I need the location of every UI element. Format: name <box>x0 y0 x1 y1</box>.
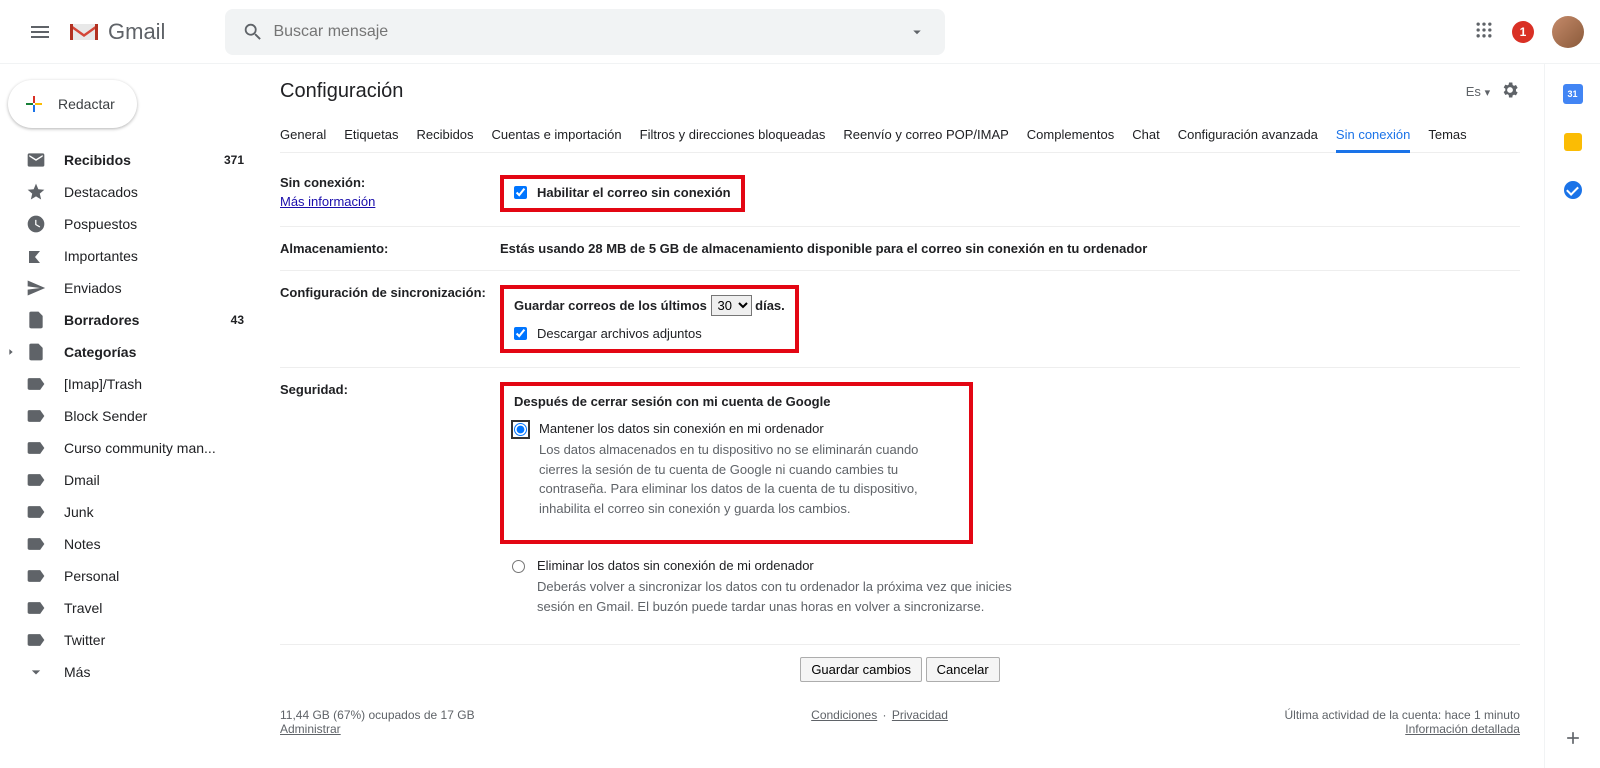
tab-sin-conexi-n[interactable]: Sin conexión <box>1336 119 1410 153</box>
security-heading: Después de cerrar sesión con mi cuenta d… <box>514 394 830 409</box>
tab-reenv-o-y-correo-pop-imap[interactable]: Reenvío y correo POP/IMAP <box>843 119 1008 152</box>
sidebar-item-8[interactable]: Block Sender <box>0 400 256 432</box>
sidebar-item-13[interactable]: Personal <box>0 560 256 592</box>
search-icon[interactable] <box>233 21 273 43</box>
search-input[interactable] <box>273 23 897 41</box>
tab-general[interactable]: General <box>280 119 326 152</box>
tab-recibidos[interactable]: Recibidos <box>416 119 473 152</box>
side-panel: 31 <box>1544 64 1600 768</box>
storage-section-label: Almacenamiento: <box>280 241 500 256</box>
keep-data-desc: Los datos almacenados en tu dispositivo … <box>539 440 959 518</box>
manage-link[interactable]: Administrar <box>280 722 341 736</box>
sidebar-item-16[interactable]: Más <box>0 656 256 688</box>
details-link[interactable]: Información detallada <box>1405 722 1520 736</box>
sync-days-select[interactable]: 30 <box>711 295 752 316</box>
gmail-logo[interactable]: Gmail <box>68 19 165 45</box>
sidebar-item-6[interactable]: Categorías <box>0 336 256 368</box>
apps-icon[interactable] <box>1474 20 1494 43</box>
save-button[interactable]: Guardar cambios <box>800 657 922 682</box>
avatar[interactable] <box>1552 16 1584 48</box>
compose-label: Redactar <box>58 96 115 112</box>
quota-text: 11,44 GB (67%) ocupados de 17 GB <box>280 708 475 722</box>
storage-text: Estás usando 28 MB de 5 GB de almacenami… <box>500 241 1147 256</box>
sidebar-item-15[interactable]: Twitter <box>0 624 256 656</box>
main-content: Configuración Es ▾ General Etiquetas Recib… <box>256 64 1544 768</box>
activity-text: Última actividad de la cuenta: hace 1 mi… <box>1285 708 1520 722</box>
tasks-icon[interactable] <box>1563 180 1583 200</box>
sidebar-item-9[interactable]: Curso community man... <box>0 432 256 464</box>
language-selector[interactable]: Es ▾ <box>1466 84 1490 99</box>
sidebar-item-5[interactable]: Borradores43 <box>0 304 256 336</box>
sync-section-label: Configuración de sincronización: <box>280 285 500 353</box>
remove-data-desc: Deberás volver a sincronizar los datos c… <box>537 577 1037 616</box>
menu-button[interactable] <box>16 8 64 56</box>
keep-data-label: Mantener los datos sin conexión en mi or… <box>539 421 959 436</box>
tab-chat[interactable]: Chat <box>1132 119 1159 152</box>
sync-prefix: Guardar correos de los últimos <box>514 298 707 313</box>
enable-offline-label: Habilitar el correo sin conexión <box>537 185 731 200</box>
cancel-button[interactable]: Cancelar <box>926 657 1000 682</box>
offline-section-label: Sin conexión: <box>280 175 365 190</box>
gear-icon[interactable] <box>1500 80 1520 103</box>
download-attachments-label: Descargar archivos adjuntos <box>537 326 702 341</box>
sidebar-item-1[interactable]: Destacados <box>0 176 256 208</box>
calendar-icon[interactable]: 31 <box>1563 84 1583 104</box>
security-section-label: Seguridad: <box>280 382 500 630</box>
page-title: Configuración <box>280 80 403 103</box>
sidebar-item-7[interactable]: [Imap]/Trash <box>0 368 256 400</box>
privacy-link[interactable]: Privacidad <box>892 708 948 722</box>
sidebar-item-2[interactable]: Pospuestos <box>0 208 256 240</box>
sidebar-item-3[interactable]: Importantes <box>0 240 256 272</box>
sidebar: Redactar Recibidos371DestacadosPospuesto… <box>0 64 256 768</box>
sync-suffix: días. <box>755 298 785 313</box>
sidebar-item-12[interactable]: Notes <box>0 528 256 560</box>
keep-icon[interactable] <box>1563 132 1583 152</box>
tab-etiquetas[interactable]: Etiquetas <box>344 119 398 152</box>
download-attachments-checkbox[interactable] <box>514 327 527 340</box>
logo-text: Gmail <box>108 19 165 45</box>
remove-data-label: Eliminar los datos sin conexión de mi or… <box>537 558 1037 573</box>
terms-link[interactable]: Condiciones <box>811 708 877 722</box>
settings-tabs: General Etiquetas Recibidos Cuentas e impor… <box>280 119 1520 153</box>
sidebar-item-14[interactable]: Travel <box>0 592 256 624</box>
tab-filtros-y-direcciones-bloqueadas[interactable]: Filtros y direcciones bloqueadas <box>640 119 826 152</box>
tab-configuraci-n-avanzada[interactable]: Configuración avanzada <box>1178 119 1318 152</box>
remove-data-radio[interactable] <box>512 560 525 573</box>
tab-temas[interactable]: Temas <box>1428 119 1466 152</box>
enable-offline-checkbox[interactable] <box>514 186 527 199</box>
tab-complementos[interactable]: Complementos <box>1027 119 1114 152</box>
sidebar-item-10[interactable]: Dmail <box>0 464 256 496</box>
compose-button[interactable]: Redactar <box>8 80 137 128</box>
search-bar <box>225 9 945 55</box>
tab-cuentas-e-importaci-n[interactable]: Cuentas e importación <box>492 119 622 152</box>
search-options-dropdown[interactable] <box>897 23 937 41</box>
more-info-link[interactable]: Más información <box>280 194 500 209</box>
keep-data-radio[interactable] <box>514 423 527 436</box>
notifications-badge[interactable]: 1 <box>1512 21 1534 43</box>
sidebar-item-11[interactable]: Junk <box>0 496 256 528</box>
sidebar-item-0[interactable]: Recibidos371 <box>0 144 256 176</box>
add-icon[interactable] <box>1563 728 1583 748</box>
sidebar-item-4[interactable]: Enviados <box>0 272 256 304</box>
